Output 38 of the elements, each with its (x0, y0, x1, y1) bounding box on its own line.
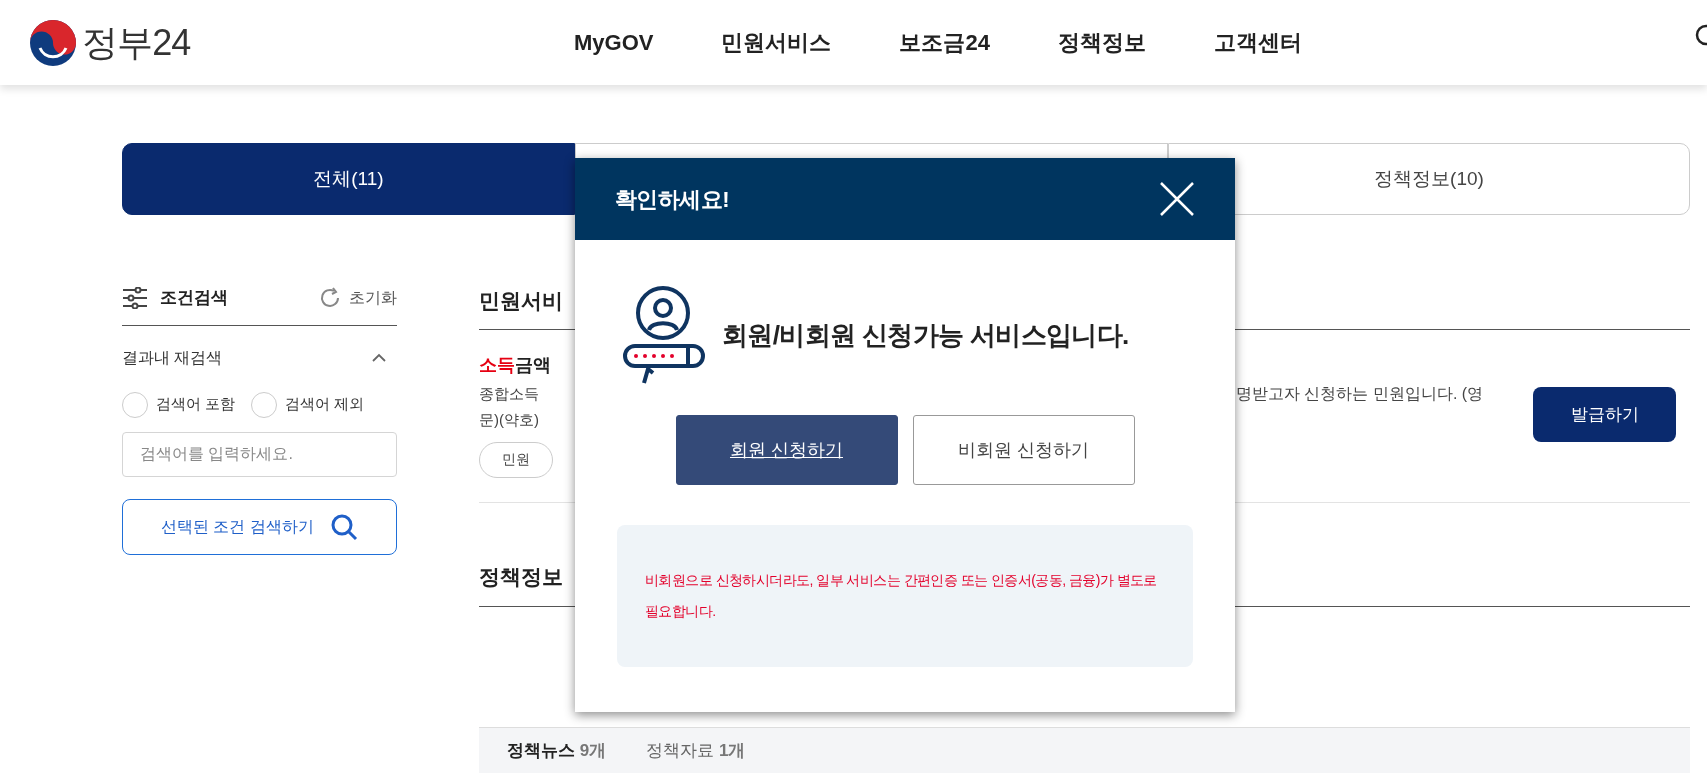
close-button[interactable] (1159, 181, 1195, 217)
modal-title: 확인하세요! (615, 185, 730, 214)
search-submit-button[interactable]: 선택된 조건 검색하기 (122, 498, 397, 555)
refresh-icon (319, 286, 341, 309)
nav-link[interactable]: 고객센터 (1213, 26, 1302, 59)
issue-button[interactable]: 발급하기 (1533, 387, 1676, 442)
nav-link[interactable]: 정책정보 (1057, 26, 1146, 59)
logo-text: 정부24 (82, 20, 191, 65)
user-password-icon (622, 286, 706, 385)
reset-button[interactable]: 초기화 (319, 285, 397, 310)
nav-link[interactable]: MyGOV (574, 26, 654, 59)
guest-apply-button[interactable]: 비회원 신청하기 (912, 415, 1135, 485)
tab[interactable]: 정책정보(10) (1168, 143, 1690, 215)
search-icon (329, 512, 358, 541)
tab[interactable]: 전체(11) (122, 143, 575, 215)
service-description: 명받고자 신청하는 민원입니다. (영 (1236, 384, 1484, 402)
radio-option[interactable]: 검색어 포함 (122, 391, 236, 418)
filter-icon (122, 286, 148, 309)
service-description: 문)(약호) (479, 410, 540, 430)
logo-icon (28, 17, 78, 68)
service-title[interactable]: 소득금액 (479, 351, 575, 379)
subtab[interactable]: 정책자료 1개 (646, 738, 746, 764)
section-heading: 민원서비 (479, 288, 563, 314)
section-toggle[interactable]: 결과내 재검색 (122, 345, 397, 370)
modal-heading: 회원/비회원 신청가능 서비스입니다. (722, 319, 1129, 352)
radio-button[interactable] (251, 391, 278, 418)
service-description: 종합소득 (479, 383, 540, 404)
filter-title: 조건검색 (160, 287, 228, 309)
nav-link[interactable]: 보조금24 (899, 26, 990, 59)
member-apply-button[interactable]: 회원 신청하기 (675, 415, 898, 485)
section-heading: 정책정보 (479, 563, 563, 590)
close-icon (1160, 182, 1194, 216)
notice-text: 비회원으로 신청하시더라도, 일부 서비스는 간편인증 또는 인증서(공동, 금융)가 별도로 필요합니다. (645, 571, 1158, 621)
nav-link[interactable]: 민원서비스 (721, 26, 832, 59)
search-field[interactable]: 검색어를 입력하세요. (122, 431, 397, 477)
radio-option[interactable]: 검색어 제외 (251, 391, 365, 418)
radio-button[interactable] (122, 391, 148, 418)
subtab[interactable]: 정책뉴스 9개 (507, 738, 607, 764)
